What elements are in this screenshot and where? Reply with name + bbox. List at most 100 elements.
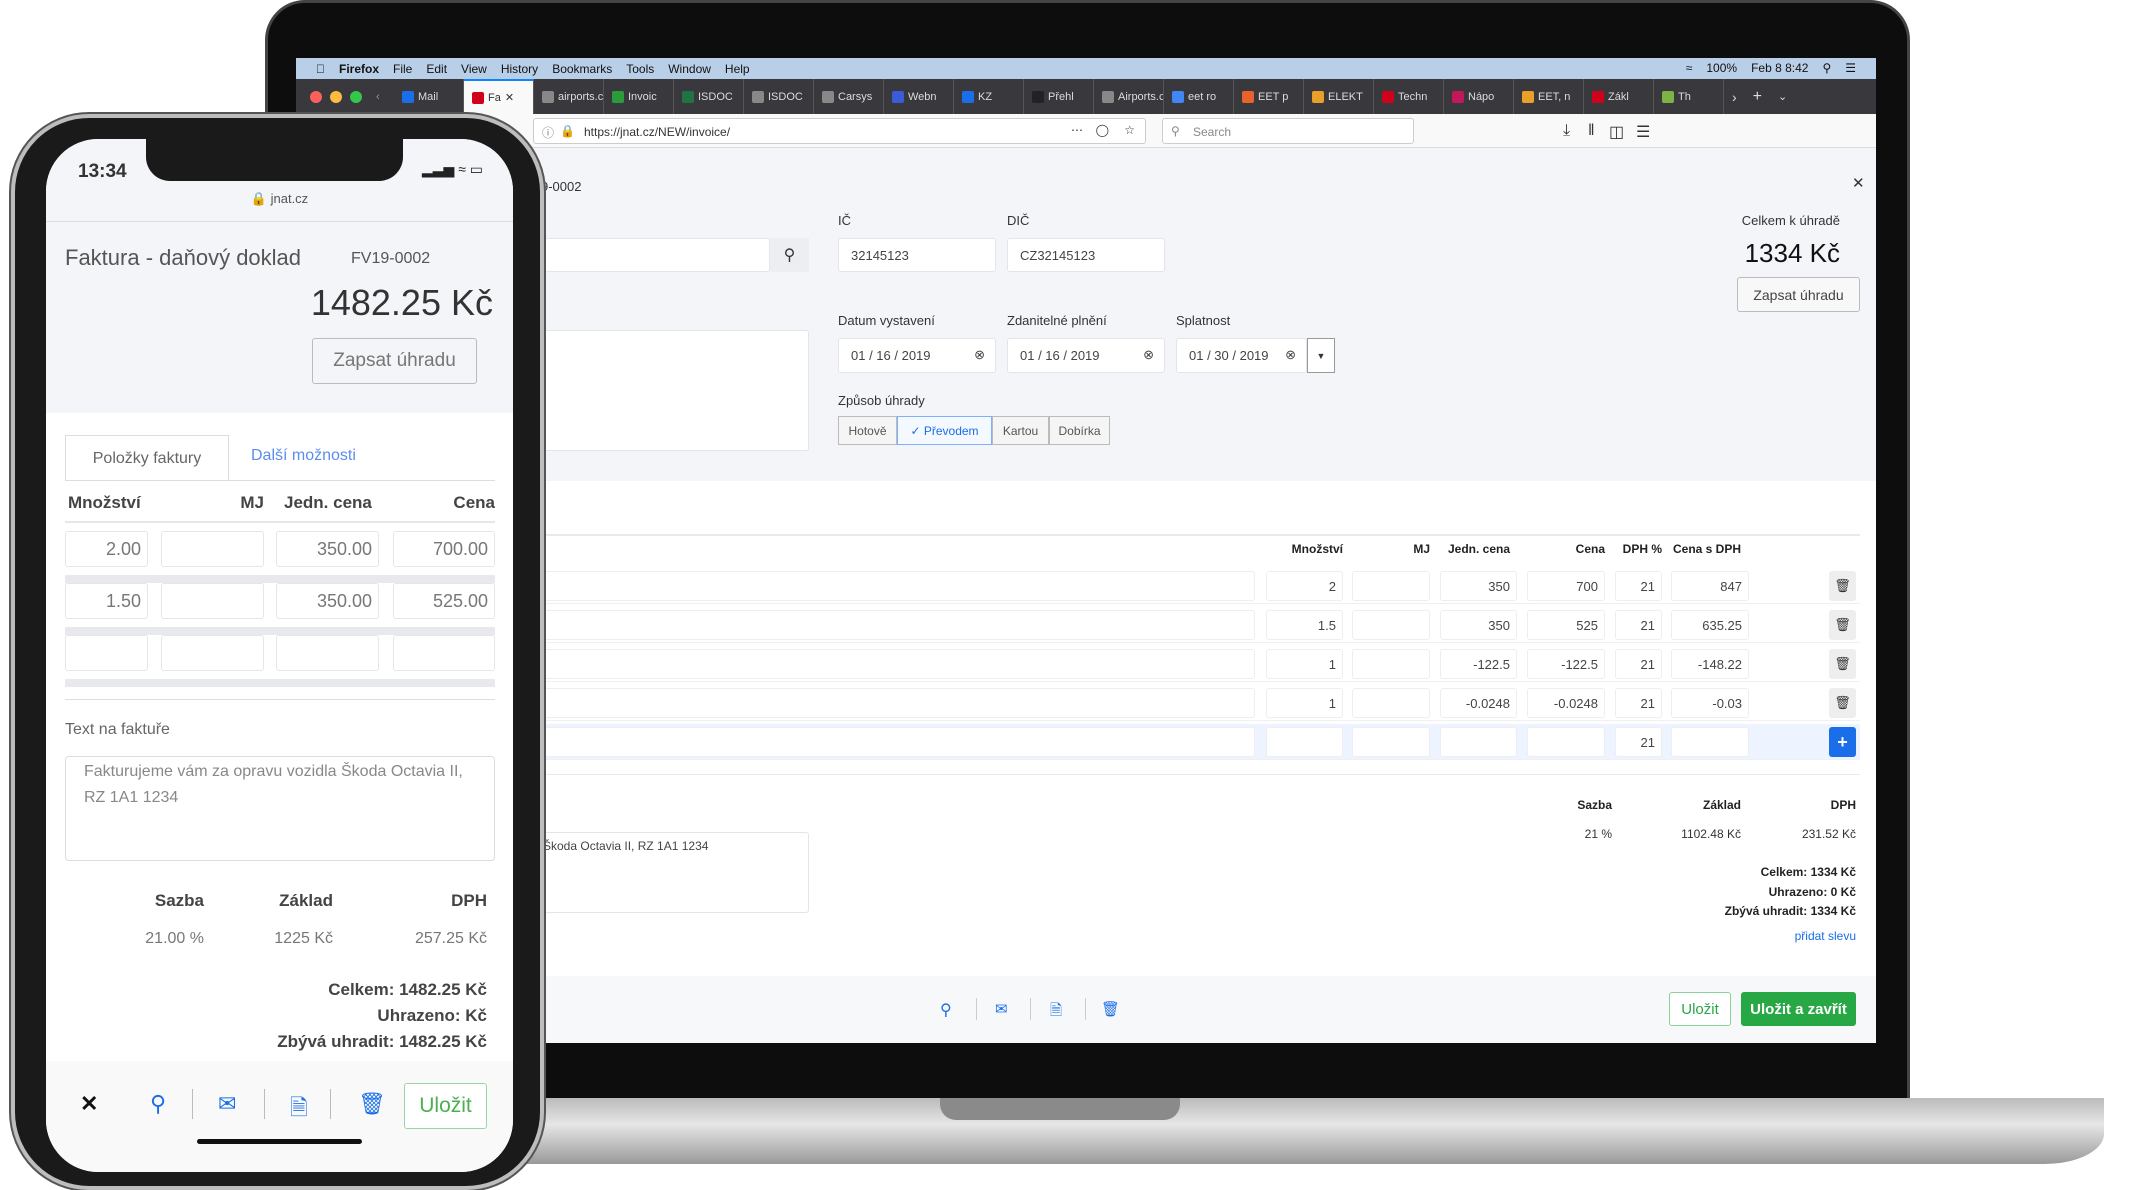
browser-tab[interactable]: Invoic — [604, 79, 674, 114]
item-price-input[interactable] — [1527, 727, 1605, 757]
phone-address-bar[interactable]: 🔒 jnat.cz — [46, 191, 513, 207]
browser-tab[interactable]: Th — [1654, 79, 1724, 114]
menu-view[interactable]: View — [461, 62, 487, 76]
browser-tab[interactable]: ISDOC — [744, 79, 814, 114]
item-description-input[interactable] — [541, 649, 1255, 679]
phone-item-cell[interactable]: 525.00 — [393, 583, 495, 619]
item-unit-input[interactable]: 350 — [1440, 571, 1517, 601]
item-vat-input[interactable]: 21 — [1615, 571, 1662, 601]
item-description-input[interactable] — [541, 727, 1255, 757]
item-mj-input[interactable] — [1352, 571, 1430, 601]
browser-tab[interactable]: Nápo — [1444, 79, 1514, 114]
browser-tab[interactable]: Fa ✕ — [464, 79, 534, 114]
apple-icon[interactable]:  — [316, 62, 325, 76]
item-unit-input[interactable] — [1440, 727, 1517, 757]
browser-tab[interactable]: ISDOC — [674, 79, 744, 114]
phone-item-cell[interactable] — [276, 635, 379, 671]
item-vat-input[interactable]: 21 — [1615, 610, 1662, 640]
browser-tab[interactable]: EET p — [1234, 79, 1304, 114]
item-price-input[interactable]: -122.5 — [1527, 649, 1605, 679]
menu-bookmarks[interactable]: Bookmarks — [552, 62, 612, 76]
browser-tab[interactable]: Webn — [884, 79, 954, 114]
clear-icon[interactable]: ⊗ — [974, 347, 985, 363]
issue-date-input[interactable]: 01 / 16 / 2019 ⊗ — [838, 338, 996, 373]
item-vat-input[interactable]: 21 — [1615, 727, 1662, 757]
phone-item-cell[interactable] — [393, 635, 495, 671]
payment-cash[interactable]: Hotově — [838, 416, 897, 445]
browser-tab[interactable]: Carsys — [814, 79, 884, 114]
close-icon[interactable]: ✕ — [1852, 174, 1865, 192]
phone-item-cell[interactable]: 2.00 — [65, 531, 148, 567]
close-window-button[interactable] — [310, 90, 322, 103]
delete-row-button[interactable]: 🗑 — [1829, 610, 1856, 640]
search-bar[interactable]: ⚲ Search — [1162, 118, 1414, 144]
home-indicator[interactable] — [197, 1139, 362, 1144]
trash-icon[interactable]: 🗑 — [358, 1091, 386, 1117]
phone-record-payment-button[interactable]: Zapsat úhradu — [312, 338, 477, 384]
menu-tools[interactable]: Tools — [626, 62, 654, 76]
wifi-icon[interactable]: ≈ — [1686, 61, 1693, 75]
item-unit-input[interactable]: -122.5 — [1440, 649, 1517, 679]
battery-percent[interactable]: 100% — [1706, 61, 1737, 75]
notification-center-icon[interactable]: ☰ — [1845, 61, 1856, 75]
save-and-close-button[interactable]: Uložit a zavřít — [1741, 992, 1856, 1026]
close-icon[interactable]: ✕ — [80, 1091, 98, 1117]
item-unit-input[interactable]: 350 — [1440, 610, 1517, 640]
item-total-input[interactable]: 847 — [1671, 571, 1749, 601]
preview-search-icon[interactable]: ⚲ — [940, 1000, 952, 1020]
customer-search-button[interactable]: ⚲ — [770, 238, 809, 272]
tab-invoice-items[interactable]: Položky faktury — [65, 435, 229, 481]
browser-tab[interactable]: EET, n — [1514, 79, 1584, 114]
phone-item-cell[interactable]: 350.00 — [276, 531, 379, 567]
browser-tab[interactable]: Mail — [394, 79, 464, 114]
item-total-input[interactable]: -148.22 — [1671, 649, 1749, 679]
phone-item-cell[interactable]: 350.00 — [276, 583, 379, 619]
item-price-input[interactable]: 525 — [1527, 610, 1605, 640]
phone-save-button[interactable]: Uložit — [404, 1083, 487, 1129]
tab-more-options[interactable]: Další možnosti — [251, 447, 356, 465]
menu-app-name[interactable]: Firefox — [339, 62, 379, 76]
item-qty-input[interactable] — [1266, 727, 1343, 757]
phone-item-cell[interactable] — [161, 635, 264, 671]
pocket-icon[interactable]: ◯ — [1096, 123, 1109, 137]
ic-input[interactable] — [838, 238, 996, 272]
browser-tab[interactable]: KZ — [954, 79, 1024, 114]
due-date-input[interactable]: 01 / 30 / 2019 ⊗ — [1176, 338, 1307, 373]
phone-item-cell[interactable] — [65, 635, 148, 671]
menu-file[interactable]: File — [393, 62, 412, 76]
email-icon[interactable]: ✉ — [995, 1000, 1008, 1018]
payment-card[interactable]: Kartou — [992, 416, 1049, 445]
browser-tab[interactable]: ELEKT — [1304, 79, 1374, 114]
dic-input[interactable] — [1007, 238, 1165, 272]
item-price-input[interactable]: 700 — [1527, 571, 1605, 601]
save-button[interactable]: Uložit — [1669, 992, 1731, 1026]
minimize-window-button[interactable] — [330, 90, 342, 103]
spotlight-icon[interactable]: ⚲ — [1822, 61, 1831, 75]
item-vat-input[interactable]: 21 — [1615, 688, 1662, 718]
menu-history[interactable]: History — [501, 62, 538, 76]
pdf-icon[interactable]: 🗎 — [1050, 1000, 1062, 1025]
item-description-input[interactable] — [541, 610, 1255, 640]
bookmark-star-icon[interactable]: ☆ — [1124, 123, 1135, 137]
delete-row-button[interactable]: 🗑 — [1829, 688, 1856, 718]
library-icon[interactable]: ‖ — [1588, 122, 1595, 140]
item-price-input[interactable]: -0.0248 — [1527, 688, 1605, 718]
item-mj-input[interactable] — [1352, 727, 1430, 757]
menu-edit[interactable]: Edit — [426, 62, 447, 76]
pdf-icon[interactable]: 🗎 — [290, 1091, 308, 1129]
item-mj-input[interactable] — [1352, 688, 1430, 718]
browser-tab[interactable]: Zákl — [1584, 79, 1654, 114]
tab-list-chevron-icon[interactable]: ⌄ — [1770, 90, 1795, 103]
browser-tab[interactable]: Techn — [1374, 79, 1444, 114]
phone-invoice-text[interactable]: Fakturujeme vám za opravu vozidla Škoda … — [65, 756, 495, 861]
email-icon[interactable]: ✉ — [218, 1091, 236, 1117]
tabs-scroll-right-icon[interactable]: › — [1724, 89, 1745, 105]
record-payment-button[interactable]: Zapsat úhradu — [1737, 277, 1860, 312]
browser-tab[interactable]: Přehl — [1024, 79, 1094, 114]
maximize-window-button[interactable] — [350, 90, 362, 103]
browser-tab[interactable]: airports.c — [534, 79, 604, 114]
info-icon[interactable]: ⓘ — [542, 124, 554, 141]
clock[interactable]: Feb 8 8:42 — [1751, 61, 1808, 75]
item-mj-input[interactable] — [1352, 649, 1430, 679]
phone-item-cell[interactable] — [161, 531, 264, 567]
